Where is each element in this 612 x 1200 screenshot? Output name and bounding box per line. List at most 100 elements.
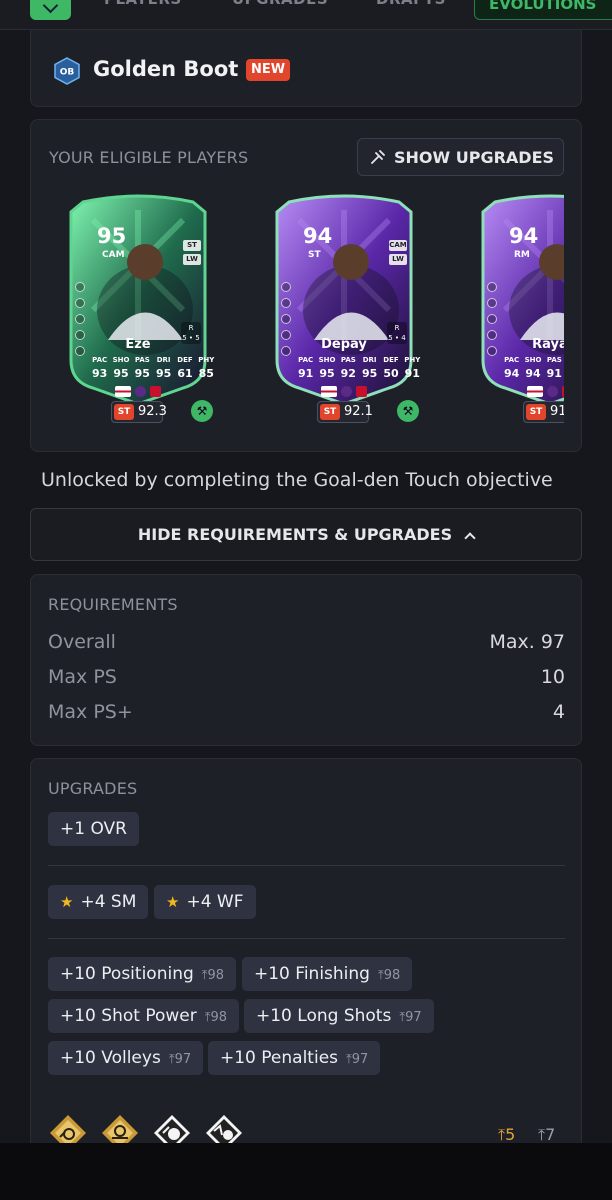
playstyle-dot-icon bbox=[487, 314, 497, 324]
player-rating-badge: ST 92.3 bbox=[111, 401, 167, 423]
arrow-icon bbox=[42, 0, 59, 14]
rating-value: 92.1 bbox=[344, 404, 373, 419]
card-flags bbox=[259, 386, 429, 397]
requirement-value: 10 bbox=[540, 666, 565, 688]
playstyle-cap: ⤒5 bbox=[498, 1125, 516, 1144]
divider bbox=[48, 938, 565, 939]
stat-header: SHO bbox=[318, 356, 336, 364]
rating-position: ST bbox=[114, 404, 134, 420]
rating-position: ST bbox=[526, 404, 546, 420]
player-overall: 95 bbox=[97, 224, 127, 248]
stat-header: PAC bbox=[504, 356, 520, 364]
weak-foot-chip: ★ +4 WF bbox=[154, 885, 256, 919]
requirement-row: Max PS+ 4 bbox=[48, 701, 565, 723]
skill-moves-chip: ★ +4 SM bbox=[48, 885, 149, 919]
attribute-chip: +10 Positioning ⤒98 bbox=[48, 957, 237, 991]
rating-position: ST bbox=[320, 404, 340, 420]
logo-text: OB bbox=[60, 68, 75, 78]
requirement-name: Max PS bbox=[48, 666, 117, 688]
divider bbox=[48, 865, 565, 866]
star-icon: ★ bbox=[60, 893, 74, 911]
stat-header: DEF bbox=[177, 356, 193, 364]
evolution-title: Golden Boot bbox=[93, 57, 239, 81]
club-icon bbox=[562, 386, 564, 397]
tab-upgrades[interactable]: UPGRADES bbox=[232, 0, 328, 8]
tab-drafts[interactable]: DRAFTS bbox=[376, 0, 446, 8]
playstyle-dot-icon bbox=[75, 282, 85, 292]
league-icon bbox=[547, 386, 558, 397]
nation-flag-icon bbox=[321, 386, 337, 397]
stat-header: PAS bbox=[340, 356, 356, 364]
player-rating-badge: ST 91 bbox=[523, 401, 564, 423]
chevron-up-icon bbox=[464, 532, 476, 544]
stat-value: 95 bbox=[361, 367, 378, 380]
player-card[interactable]: 94 ST CAM LW R 5 • 4 Depay PAC SHO PAS DRI DEF PHY 91… bbox=[259, 190, 429, 430]
nation-flag-icon bbox=[115, 386, 131, 397]
hide-requirements-label: HIDE REQUIREMENTS & UPGRADES bbox=[137, 525, 453, 544]
rating-value: 91 bbox=[550, 404, 564, 419]
tab-players[interactable]: PLAYERS bbox=[104, 0, 182, 8]
playstyle-plus-cap: ⤒7 bbox=[538, 1125, 556, 1144]
player-name: Depay bbox=[321, 337, 367, 352]
stat-header: SHO bbox=[524, 356, 542, 364]
stat-header: PHY bbox=[198, 356, 215, 364]
card-flags bbox=[53, 386, 223, 397]
stat-value: 61 bbox=[177, 367, 193, 380]
stat-value: 91 bbox=[546, 367, 562, 380]
alt-position: CAM bbox=[389, 240, 407, 251]
ovr-upgrade-chip: +1 OVR bbox=[48, 812, 139, 846]
playstyle-dot-icon bbox=[281, 282, 291, 292]
stat-header: DRI bbox=[362, 356, 377, 364]
requirements-label: REQUIREMENTS bbox=[48, 595, 178, 614]
stat-header: PAC bbox=[298, 356, 314, 364]
rating-value: 92.3 bbox=[138, 404, 167, 419]
stat-header: SHO bbox=[112, 356, 130, 364]
upgrades-label: UPGRADES bbox=[48, 779, 138, 798]
evolution-logo-icon: OB bbox=[54, 57, 80, 85]
stat-value: 85 bbox=[198, 367, 214, 380]
tab-evolutions[interactable]: EVOLUTIONS bbox=[474, 0, 612, 20]
evolution-header: OB Golden Boot NEW bbox=[30, 30, 582, 107]
hide-requirements-button[interactable]: HIDE REQUIREMENTS & UPGRADES bbox=[30, 508, 582, 561]
top-nav: PLAYERS UPGRADES DRAFTS EVOLUTIONS bbox=[0, 0, 612, 30]
player-card[interactable]: 94RMRayaPACSHOPASDRIDEFPHY9494919ST91⚒ bbox=[465, 190, 564, 430]
new-badge: NEW bbox=[246, 59, 291, 81]
evolve-icon[interactable]: ⚒ bbox=[397, 400, 419, 422]
stat-values: 93 95 95 95 61 85 bbox=[89, 367, 217, 380]
playstyle-dot-icon bbox=[281, 314, 291, 324]
alt-position: LW bbox=[183, 254, 201, 265]
stat-value: 95 bbox=[134, 367, 150, 380]
upgrades-panel: UPGRADES +1 OVR ★ +4 SM ★ +4 WF +10 Positi… bbox=[30, 758, 582, 1158]
attribute-chip: +10 Shot Power ⤒98 bbox=[48, 999, 240, 1033]
stat-value: 50 bbox=[383, 367, 399, 380]
stat-headers: PACSHOPASDRIDEFPHY bbox=[89, 356, 217, 364]
eligible-players-label: YOUR ELIGIBLE PLAYERS bbox=[49, 148, 249, 167]
stat-value: 94 bbox=[504, 367, 520, 380]
evolution-icon bbox=[371, 150, 385, 164]
requirement-value: Max. 97 bbox=[489, 631, 565, 653]
eligible-players-panel: YOUR ELIGIBLE PLAYERS SHOW UPGRADES 95 CA… bbox=[30, 119, 582, 452]
stat-header: PAS bbox=[134, 356, 150, 364]
show-upgrades-button[interactable]: SHOW UPGRADES bbox=[357, 138, 564, 176]
stat-headers: PACSHOPASDRIDEFPHY bbox=[501, 356, 564, 364]
stat-header: PAC bbox=[92, 356, 108, 364]
playstyle-dot-icon bbox=[281, 298, 291, 308]
player-position: RM bbox=[514, 250, 530, 260]
nation-flag-icon bbox=[527, 386, 543, 397]
playstyle-dot-icon bbox=[75, 298, 85, 308]
requirement-row: Overall Max. 97 bbox=[48, 631, 565, 653]
playstyle-dot-icon bbox=[487, 298, 497, 308]
player-cards-carousel[interactable]: 95 CAM ST LW R 5 • 5 Eze PAC SHO PAS DRI DEF PHY 93 95… bbox=[31, 190, 564, 430]
home-button[interactable] bbox=[30, 0, 71, 20]
stat-value: 94 bbox=[525, 367, 541, 380]
player-overall: 94 bbox=[509, 224, 539, 248]
alt-position: ST bbox=[183, 240, 201, 251]
player-position: ST bbox=[308, 250, 321, 260]
stat-value: 91 bbox=[298, 367, 314, 380]
unlock-description: Unlocked by completing the Goal-den Touc… bbox=[41, 469, 553, 491]
evolve-icon[interactable]: ⚒ bbox=[191, 400, 213, 422]
stat-values: 91 95 92 95 50 91 bbox=[295, 367, 423, 380]
attribute-chip: +10 Long Shots ⤒97 bbox=[244, 999, 434, 1033]
card-flags bbox=[465, 386, 564, 397]
player-card[interactable]: 95 CAM ST LW R 5 • 5 Eze PAC SHO PAS DRI DEF PHY 93 95… bbox=[53, 190, 223, 430]
